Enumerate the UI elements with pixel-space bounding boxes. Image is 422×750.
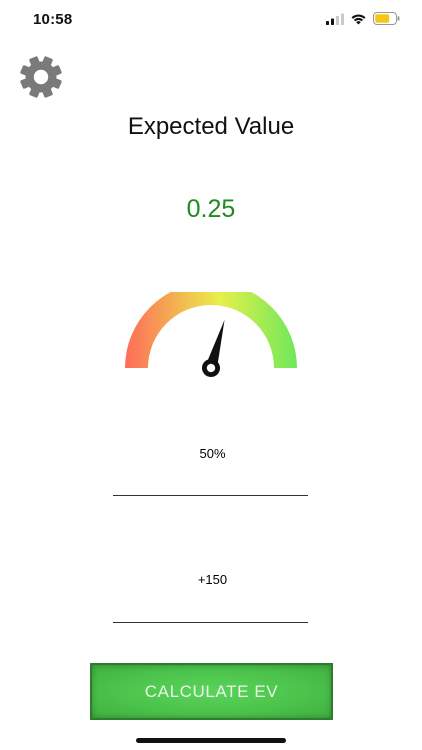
ev-result-value: 0.25 [186, 195, 236, 223]
gauge-needle [202, 319, 225, 377]
win-probability-input[interactable] [113, 435, 312, 471]
odds-underline [113, 622, 308, 623]
win-probability-underline [113, 495, 308, 496]
odds-input[interactable] [113, 561, 312, 597]
wifi-icon [351, 13, 366, 24]
page-title: Expected Value [127, 113, 295, 140]
status-time: 10:58 [33, 11, 73, 28]
cellular-signal-icon [326, 13, 344, 25]
gear-icon[interactable] [17, 56, 65, 98]
calculate-ev-button[interactable]: CALCULATE EV [90, 663, 333, 720]
battery-icon [373, 12, 400, 25]
home-indicator [136, 738, 286, 743]
ev-gauge [125, 292, 297, 377]
status-icons [326, 12, 400, 25]
